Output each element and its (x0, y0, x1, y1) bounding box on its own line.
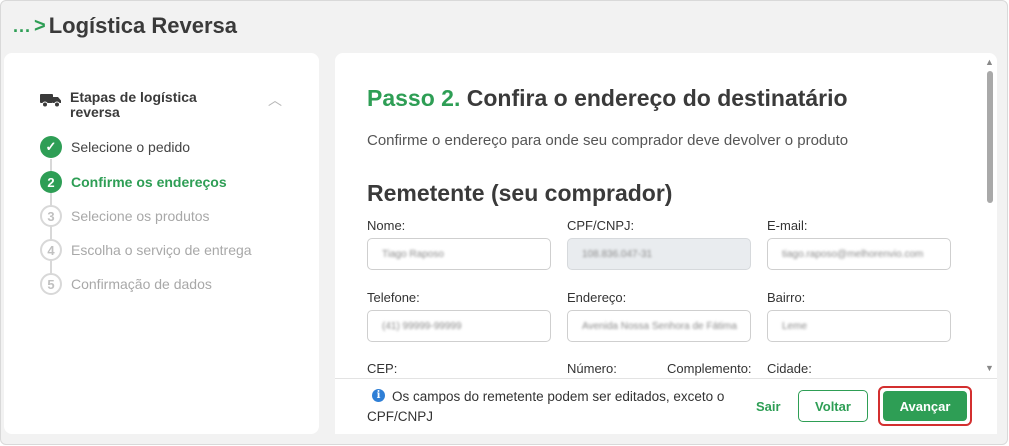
step-number: 4 (40, 239, 62, 261)
steps-header[interactable]: Etapas de logística reversa ︿ (40, 90, 290, 120)
cpf-value: 108.836.047-31 (582, 248, 653, 260)
action-footer: i Os campos do remetente podem ser edita… (335, 378, 997, 434)
nome-value: Tiago Raposo (382, 248, 444, 260)
step-5: 5 Confirmação de dados (40, 272, 212, 296)
cep-label: CEP: (367, 361, 398, 376)
cidade-label: Cidade: (767, 361, 812, 376)
steps-title: Etapas de logística reversa (70, 89, 197, 120)
scrollbar-thumb[interactable] (987, 71, 993, 203)
nome-field[interactable]: Tiago Raposo (367, 238, 551, 270)
step-label: Confirme os endereços (71, 174, 227, 190)
step-number: 5 (40, 273, 62, 295)
step-subtitle: Confirme o endereço para onde seu compra… (367, 132, 849, 149)
bairro-value: Leme (782, 320, 808, 332)
email-label: E-mail: (767, 218, 808, 233)
email-value: tiago.raposo@melhorenvio.com (782, 248, 924, 260)
info-message: Os campos do remetente podem ser editado… (367, 389, 725, 424)
complemento-label: Complemento: (667, 361, 752, 376)
bairro-field[interactable]: Leme (767, 310, 951, 342)
step-3: 3 Selecione os produtos (40, 204, 210, 228)
step-1[interactable]: ✓ Selecione o pedido (40, 135, 190, 159)
next-button[interactable]: Avançar (883, 391, 967, 421)
nome-label: Nome: (367, 218, 406, 233)
numero-label: Número: (567, 361, 617, 376)
breadcrumb-ellipsis[interactable]: ... (13, 16, 31, 37)
step-number: 3 (40, 205, 62, 227)
window-frame: ... > Logística Reversa Etapas de logíst… (0, 0, 1008, 445)
bairro-label: Bairro: (767, 290, 806, 305)
endereco-value: Avenida Nossa Senhora de Fátima (582, 320, 737, 332)
page-header: ... > Logística Reversa (13, 11, 237, 41)
exit-button[interactable]: Sair (756, 399, 781, 414)
scroll-down-icon[interactable]: ▼ (985, 363, 994, 373)
endereco-field[interactable]: Avenida Nossa Senhora de Fátima (567, 310, 751, 342)
step-4: 4 Escolha o serviço de entrega (40, 238, 252, 262)
chevron-up-icon[interactable]: ︿ (268, 90, 282, 110)
telefone-value: (41) 99999-99999 (382, 320, 462, 332)
check-icon: ✓ (40, 136, 62, 158)
step-2[interactable]: 2 Confirme os endereços (40, 170, 227, 194)
step-label: Escolha o serviço de entrega (71, 242, 252, 258)
step-heading: Passo 2. Confira o endereço do destinatá… (367, 85, 848, 112)
step-heading-title: Confira o endereço do destinatário (466, 85, 848, 111)
main-content: Passo 2. Confira o endereço do destinatá… (335, 53, 997, 434)
telefone-field[interactable]: (41) 99999-99999 (367, 310, 551, 342)
back-button[interactable]: Voltar (798, 390, 868, 422)
vertical-scrollbar[interactable]: ▲ ▼ (983, 57, 997, 375)
page-title: Logística Reversa (48, 13, 238, 38)
cpf-label: CPF/CNPJ: (567, 218, 635, 233)
step-label: Selecione os produtos (71, 208, 210, 224)
step-heading-number: Passo 2. (367, 85, 461, 111)
truck-icon (40, 94, 61, 108)
section-title: Remetente (seu comprador) (367, 180, 673, 206)
step-label: Confirmação de dados (71, 276, 212, 292)
step-label: Selecione o pedido (71, 139, 191, 155)
chevron-right-icon: > (34, 15, 46, 37)
telefone-label: Telefone: (367, 290, 420, 305)
step-number: 2 (40, 171, 62, 193)
cpf-field: 108.836.047-31 (567, 238, 751, 270)
email-field[interactable]: tiago.raposo@melhorenvio.com (767, 238, 951, 270)
scroll-up-icon[interactable]: ▲ (985, 57, 994, 67)
endereco-label: Endereço: (567, 290, 627, 305)
steps-panel: Etapas de logística reversa ︿ ✓ Selecion… (4, 53, 319, 434)
